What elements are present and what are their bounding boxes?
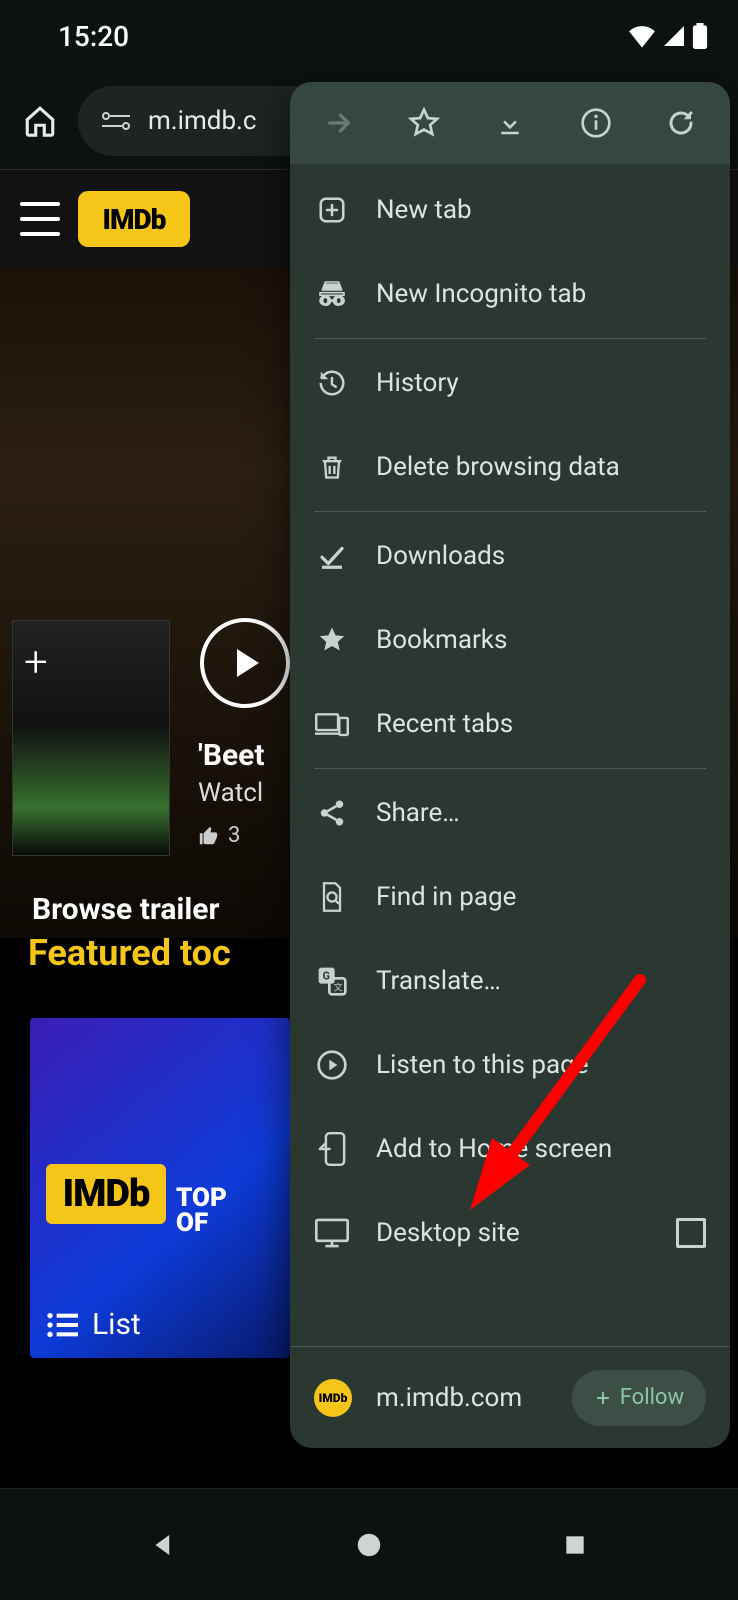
status-bar: 15:20	[0, 0, 738, 72]
delete-browsing-data-item[interactable]: Delete browsing data	[290, 425, 730, 509]
hero-title: 'Beet	[198, 738, 265, 773]
follow-button[interactable]: Follow	[572, 1370, 706, 1426]
devices-icon	[314, 706, 350, 742]
new-incognito-tab-item[interactable]: New Incognito tab	[290, 252, 730, 336]
share-icon	[314, 795, 350, 831]
find-in-page-item[interactable]: Find in page	[290, 855, 730, 939]
hero-like-row: 3	[198, 823, 240, 848]
bookmarks-item[interactable]: Bookmarks	[290, 598, 730, 682]
list-icon	[46, 1311, 78, 1339]
featured-today-heading: Featured toc	[28, 932, 231, 974]
watchlist-add-icon[interactable]: +	[24, 638, 48, 687]
clock: 15:20	[58, 20, 129, 53]
menu-item-label: Share…	[376, 798, 460, 828]
trash-icon	[314, 449, 350, 485]
browser-home-button[interactable]	[18, 99, 62, 143]
download-button[interactable]	[483, 96, 537, 150]
menu-icon-row	[290, 82, 730, 164]
menu-item-label: Find in page	[376, 882, 516, 912]
menu-item-label: Translate…	[376, 966, 501, 996]
menu-item-label: Desktop site	[376, 1218, 520, 1248]
square-recents-icon	[562, 1532, 588, 1558]
arrow-right-icon	[323, 107, 355, 139]
add-to-home-screen-item[interactable]: Add to Home screen	[290, 1107, 730, 1191]
menu-item-label: Listen to this page	[376, 1050, 589, 1080]
plus-icon	[594, 1389, 612, 1407]
triangle-back-icon	[148, 1530, 178, 1560]
refresh-icon	[666, 108, 696, 138]
add-to-home-icon	[314, 1131, 350, 1167]
history-item[interactable]: History	[290, 341, 730, 425]
history-icon	[314, 365, 350, 401]
menu-item-label: Add to Home screen	[376, 1134, 612, 1164]
play-circle-icon	[314, 1047, 350, 1083]
thumbs-up-icon	[198, 825, 220, 847]
menu-item-label: New tab	[376, 195, 472, 225]
new-tab-icon	[314, 192, 350, 228]
new-tab-item[interactable]: New tab	[290, 168, 730, 252]
menu-item-label: Recent tabs	[376, 709, 513, 739]
card-imdb-logo: IMDb	[46, 1164, 166, 1224]
forward-button[interactable]	[312, 96, 366, 150]
menu-site-footer: IMDb m.imdb.com Follow	[290, 1346, 730, 1448]
desktop-site-item[interactable]: Desktop site	[290, 1191, 730, 1275]
share-item[interactable]: Share…	[290, 771, 730, 855]
wifi-icon	[628, 24, 656, 48]
play-button[interactable]	[200, 618, 290, 708]
nav-home-button[interactable]	[347, 1523, 391, 1567]
browse-trailers-label: Browse trailer	[32, 892, 220, 927]
card-title-text: TOPOF	[176, 1186, 227, 1235]
desktop-icon	[314, 1215, 350, 1251]
downloads-item[interactable]: Downloads	[290, 514, 730, 598]
star-icon	[408, 107, 440, 139]
downloads-checkmark-icon	[314, 538, 350, 574]
nav-recents-button[interactable]	[553, 1523, 597, 1567]
menu-item-label: Bookmarks	[376, 625, 507, 655]
menu-item-label: Delete browsing data	[376, 452, 620, 482]
refresh-button[interactable]	[654, 96, 708, 150]
menu-item-label: History	[376, 368, 459, 398]
site-logo[interactable]: IMDb	[78, 191, 190, 247]
info-icon	[580, 107, 612, 139]
listen-to-page-item[interactable]: Listen to this page	[290, 1023, 730, 1107]
download-icon	[495, 108, 525, 138]
signal-icon	[662, 24, 686, 48]
incognito-icon	[314, 276, 350, 312]
circle-home-icon	[354, 1530, 384, 1560]
bookmark-button[interactable]	[397, 96, 451, 150]
find-in-page-icon	[314, 879, 350, 915]
system-nav-bar	[0, 1488, 738, 1600]
translate-item[interactable]: G文 Translate…	[290, 939, 730, 1023]
translate-icon: G文	[314, 963, 350, 999]
menu-item-label: Downloads	[376, 541, 505, 571]
site-favicon: IMDb	[314, 1379, 352, 1417]
desktop-site-checkbox[interactable]	[676, 1218, 706, 1248]
hero-subtitle: Watcl	[198, 778, 263, 808]
svg-text:文: 文	[333, 981, 342, 993]
featured-card[interactable]: IMDb TOPOF List	[30, 1018, 290, 1358]
recent-tabs-item[interactable]: Recent tabs	[290, 682, 730, 766]
status-icons	[628, 23, 708, 49]
browser-overflow-menu: New tab New Incognito tab History Delete…	[290, 82, 730, 1448]
site-menu-button[interactable]	[20, 202, 60, 236]
star-filled-icon	[314, 622, 350, 658]
svg-text:G: G	[323, 970, 330, 983]
battery-icon	[692, 23, 708, 49]
menu-item-label: New Incognito tab	[376, 279, 586, 309]
home-icon	[23, 104, 57, 138]
site-settings-icon	[100, 106, 134, 136]
nav-back-button[interactable]	[141, 1523, 185, 1567]
page-info-button[interactable]	[569, 96, 623, 150]
card-list-row: List	[46, 1307, 274, 1342]
footer-site-label: m.imdb.com	[376, 1383, 522, 1413]
url-text: m.imdb.c	[148, 106, 257, 136]
